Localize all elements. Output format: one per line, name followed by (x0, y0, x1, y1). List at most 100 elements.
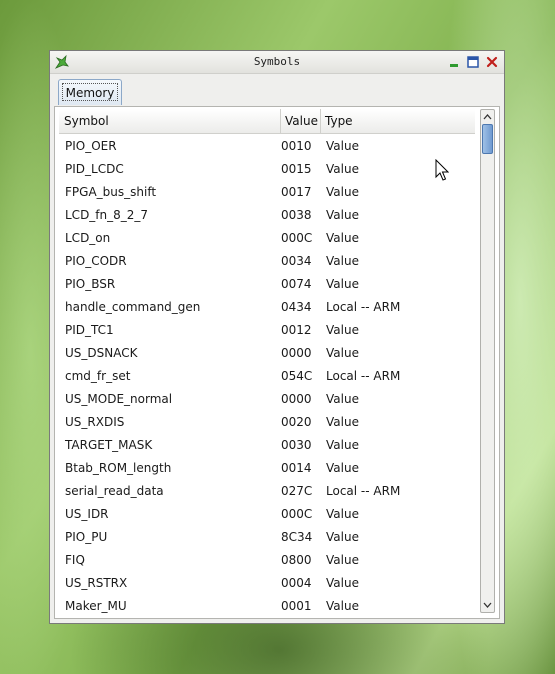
table-row[interactable]: Btab_ROM_length 0014 Value (59, 457, 475, 480)
symbols-table-panel: Symbol Value Type PIO_OER 0010 Value PID_L… (54, 106, 500, 619)
vertical-scrollbar[interactable] (480, 109, 495, 613)
tab-memory[interactable]: Memory (58, 79, 122, 105)
cell-symbol: Maker_MU (65, 599, 127, 613)
cell-symbol: PIO_CODR (65, 254, 127, 268)
cell-value: 0017 (281, 185, 312, 199)
cell-symbol: US_RSTRX (65, 576, 128, 590)
cell-value: 0010 (281, 139, 312, 153)
cell-value: 054C (281, 369, 313, 383)
cell-symbol: PIO_OER (65, 139, 117, 153)
cell-value: 0434 (281, 300, 312, 314)
cell-value: 8C34 (281, 530, 313, 544)
table-row[interactable]: Maker_MU 0001 Value (59, 595, 475, 618)
minimize-icon[interactable] (448, 56, 460, 68)
title-bar[interactable]: Symbols (50, 51, 504, 74)
table-row[interactable]: US_RXDIS 0020 Value (59, 411, 475, 434)
cell-symbol: US_RXDIS (65, 415, 125, 429)
cell-value: 027C (281, 484, 313, 498)
scrollbar-thumb[interactable] (482, 124, 493, 154)
cell-symbol: PIO_BSR (65, 277, 116, 291)
cell-value: 0030 (281, 438, 312, 452)
column-header-symbol[interactable]: Symbol (64, 109, 269, 133)
cell-value: 0038 (281, 208, 312, 222)
cell-value: 0000 (281, 346, 312, 360)
maximize-icon[interactable] (467, 56, 479, 68)
cell-type: Value (326, 254, 359, 268)
cell-symbol: FIQ (65, 553, 85, 567)
cell-type: Value (326, 461, 359, 475)
cell-type: Value (326, 277, 359, 291)
cell-symbol: FPGA_bus_shift (65, 185, 157, 199)
cell-symbol: PIO_PU (65, 530, 108, 544)
cell-symbol: PID_LCDC (65, 162, 124, 176)
cell-value: 0020 (281, 415, 312, 429)
tab-memory-label: Memory (62, 83, 118, 101)
chevron-down-icon[interactable] (482, 599, 493, 611)
cell-type: Value (326, 553, 359, 567)
window-title: Symbols (253, 55, 301, 68)
cell-type: Value (326, 323, 359, 337)
close-icon[interactable] (486, 56, 498, 68)
cell-value: 000C (281, 231, 313, 245)
table-row[interactable]: PID_LCDC 0015 Value (59, 158, 475, 181)
symbols-window: Symbols Memory Symbol Value Type PIO_OER… (49, 50, 505, 624)
table-row[interactable]: PIO_BSR 0074 Value (59, 273, 475, 296)
cell-type: Value (326, 530, 359, 544)
table-row[interactable]: FPGA_bus_shift 0017 Value (59, 181, 475, 204)
cell-value: 0074 (281, 277, 312, 291)
table-row[interactable]: PID_TC1 0012 Value (59, 319, 475, 342)
cell-symbol: serial_read_data (65, 484, 164, 498)
table-body: PIO_OER 0010 Value PID_LCDC 0015 Value FPGA_… (59, 135, 475, 618)
mouse-pointer-icon (435, 159, 449, 181)
cell-value: 0001 (281, 599, 312, 613)
cell-type: Value (326, 438, 359, 452)
table-row[interactable]: US_DSNACK 0000 Value (59, 342, 475, 365)
cell-value: 0800 (281, 553, 312, 567)
cell-type: Value (326, 185, 359, 199)
cell-symbol: Btab_ROM_length (65, 461, 172, 475)
table-row[interactable]: PIO_CODR 0034 Value (59, 250, 475, 273)
cell-type: Value (326, 415, 359, 429)
cell-value: 0000 (281, 392, 312, 406)
cell-symbol: handle_command_gen (65, 300, 201, 314)
cell-value: 0014 (281, 461, 312, 475)
cell-type: Value (326, 346, 359, 360)
table-header: Symbol Value Type (59, 109, 475, 134)
cell-type: Value (326, 599, 359, 613)
cell-value: 0004 (281, 576, 312, 590)
table-row[interactable]: handle_command_gen 0434 Local -- ARM (59, 296, 475, 319)
cell-symbol: US_DSNACK (65, 346, 138, 360)
table-row[interactable]: FIQ 0800 Value (59, 549, 475, 572)
cell-value: 0034 (281, 254, 312, 268)
cell-type: Value (326, 231, 359, 245)
table-row[interactable]: serial_read_data 027C Local -- ARM (59, 480, 475, 503)
cell-type: Value (326, 139, 359, 153)
cell-symbol: US_MODE_normal (65, 392, 173, 406)
cell-type: Value (326, 392, 359, 406)
cell-type: Value (326, 576, 359, 590)
cell-type: Value (326, 208, 359, 222)
table-row[interactable]: US_IDR 000C Value (59, 503, 475, 526)
cell-type: Local -- ARM (326, 369, 401, 383)
column-header-type[interactable]: Type (320, 109, 475, 133)
table-row[interactable]: US_MODE_normal 0000 Value (59, 388, 475, 411)
table-row[interactable]: cmd_fr_set 054C Local -- ARM (59, 365, 475, 388)
cell-value: 000C (281, 507, 313, 521)
table-row[interactable]: PIO_PU 8C34 Value (59, 526, 475, 549)
table-row[interactable]: US_RSTRX 0004 Value (59, 572, 475, 595)
table-row[interactable]: PIO_OER 0010 Value (59, 135, 475, 158)
cell-value: 0012 (281, 323, 312, 337)
cell-type: Local -- ARM (326, 300, 401, 314)
cell-symbol: LCD_on (65, 231, 111, 245)
chevron-up-icon[interactable] (482, 111, 493, 123)
cell-symbol: LCD_fn_8_2_7 (65, 208, 149, 222)
table-row[interactable]: TARGET_MASK 0030 Value (59, 434, 475, 457)
cell-symbol: TARGET_MASK (65, 438, 153, 452)
table-row[interactable]: LCD_on 000C Value (59, 227, 475, 250)
cell-type: Value (326, 507, 359, 521)
column-header-value[interactable]: Value (280, 109, 325, 133)
table-row[interactable]: LCD_fn_8_2_7 0038 Value (59, 204, 475, 227)
cell-symbol: US_IDR (65, 507, 109, 521)
cell-value: 0015 (281, 162, 312, 176)
cell-type: Value (326, 162, 359, 176)
